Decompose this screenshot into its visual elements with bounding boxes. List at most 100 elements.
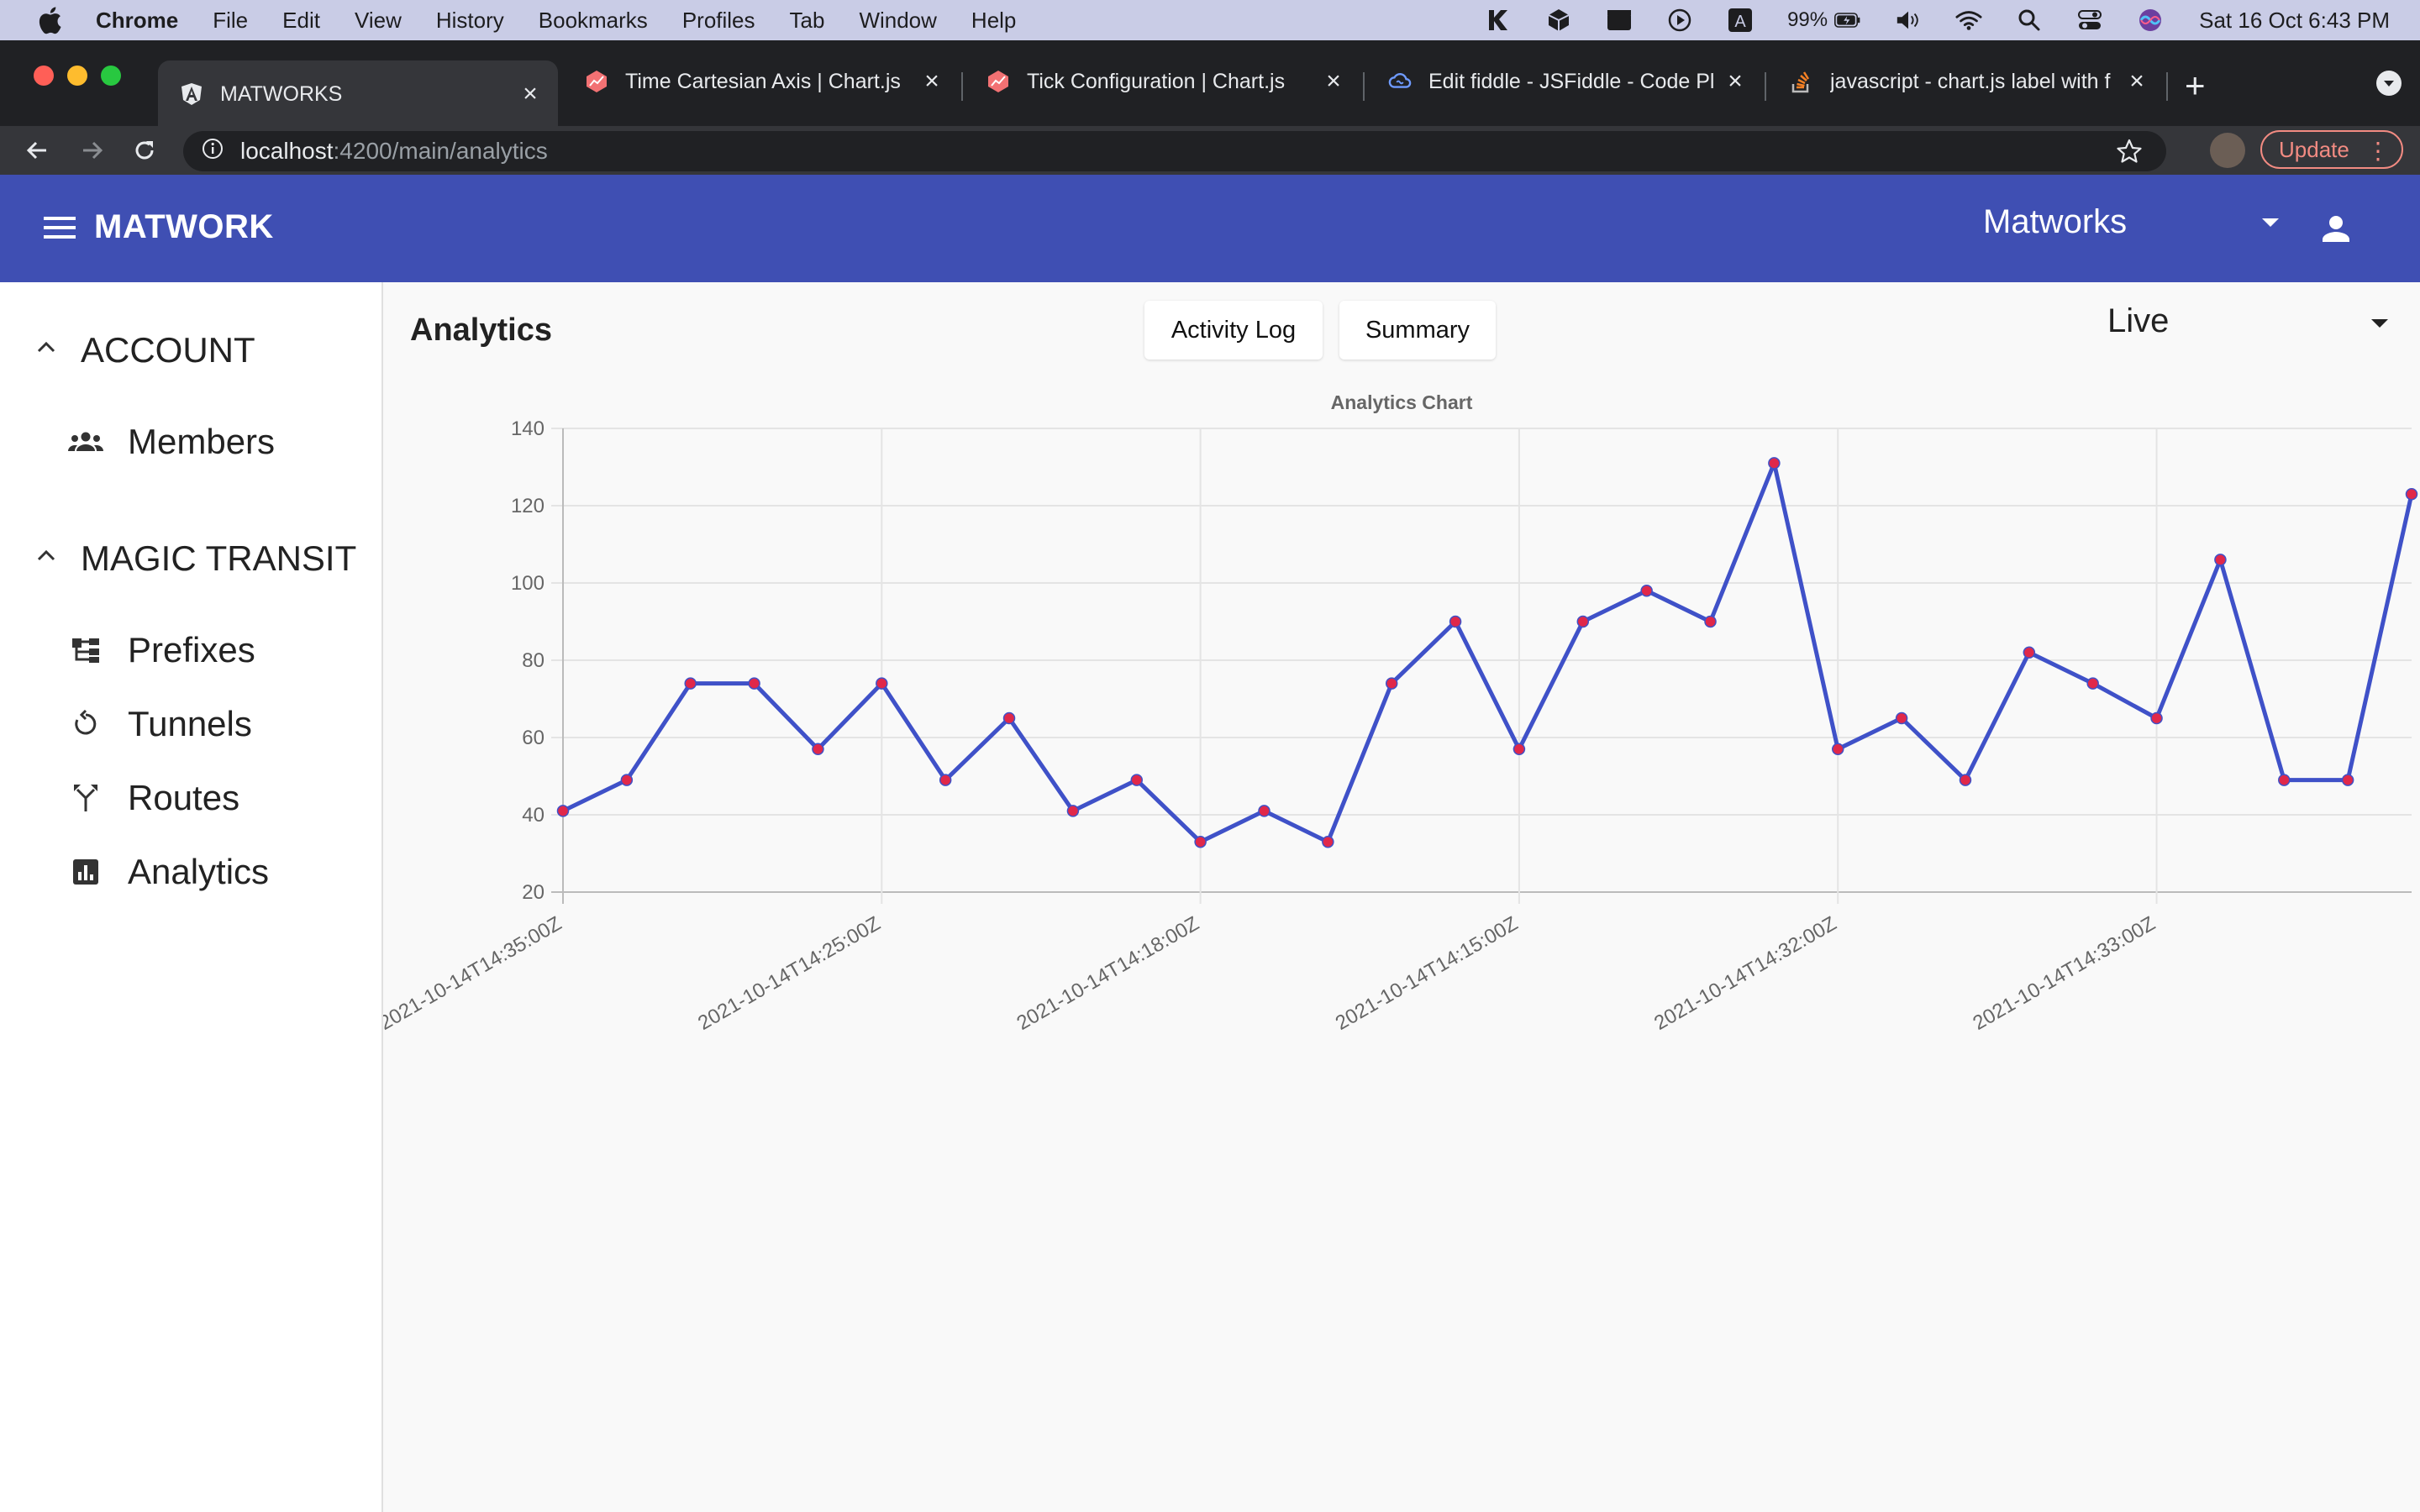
merge-icon xyxy=(67,780,104,816)
app-brand[interactable]: MATWORK xyxy=(94,208,274,246)
address-bar[interactable]: localhost:4200/main/analytics xyxy=(183,131,2166,171)
chart-series xyxy=(561,460,2414,844)
sidebar-item-label: Routes xyxy=(128,778,240,817)
spotlight-search-icon[interactable] xyxy=(2016,7,2043,34)
apple-logo-icon[interactable] xyxy=(37,6,62,34)
clapper-icon[interactable] xyxy=(1606,7,1633,34)
tab-title: javascript - chart.js label with f xyxy=(1830,69,2111,93)
sidebar-section-magic-transit[interactable]: MAGIC TRANSIT xyxy=(0,529,381,588)
browser-toolbar: localhost:4200/main/analytics Update ⋮ xyxy=(0,126,2420,175)
dropdown-caret-icon[interactable] xyxy=(2260,217,2281,228)
app-toolbar: MATWORK Matworks xyxy=(0,175,2420,282)
sidebar-item-routes[interactable]: Routes xyxy=(0,768,381,828)
data-point xyxy=(1895,711,1908,725)
sidebar-item-tunnels[interactable]: Tunnels xyxy=(0,694,381,754)
menu-file[interactable]: File xyxy=(213,8,248,34)
organization-select[interactable]: Matworks xyxy=(1983,203,2127,241)
x-tick-label: 2021-10-14T14:32:00Z xyxy=(1650,912,1840,1035)
battery-percentage: 99% xyxy=(1787,8,1828,31)
dropdown-caret-icon[interactable] xyxy=(2370,318,2390,329)
sidebar-item-prefixes[interactable]: Prefixes xyxy=(0,620,381,680)
data-point xyxy=(2150,711,2163,725)
menu-help[interactable]: Help xyxy=(971,8,1016,34)
new-tab-plus-icon[interactable]: + xyxy=(2185,66,2206,106)
data-point xyxy=(2405,487,2418,501)
browser-tab-jsfiddle[interactable]: Edit fiddle - JSFiddle - Code Pl × xyxy=(1366,55,1763,108)
siri-icon[interactable] xyxy=(2137,7,2164,34)
data-point xyxy=(1640,584,1653,597)
sidebar-item-members[interactable]: Members xyxy=(0,412,381,472)
browser-tab-strip: MATWORKS × Time Cartesian Axis | Chart.j… xyxy=(0,40,2420,128)
menu-window[interactable]: Window xyxy=(859,8,936,34)
stackoverflow-icon xyxy=(1790,70,1813,93)
tab-close-icon[interactable]: × xyxy=(1321,67,1346,96)
sidebar-item-label: Analytics xyxy=(128,852,270,891)
wifi-icon[interactable] xyxy=(1955,7,1982,34)
bookmark-star-icon[interactable] xyxy=(2116,138,2143,171)
data-point xyxy=(876,677,888,690)
input-source-icon[interactable]: A xyxy=(1727,7,1754,34)
reload-icon[interactable] xyxy=(128,134,161,167)
volume-icon[interactable] xyxy=(1895,7,1922,34)
browser-tab-time-cartesian-axis[interactable]: Time Cartesian Axis | Chart.js × xyxy=(563,55,960,108)
minimize-window-button[interactable] xyxy=(67,66,87,86)
klack-icon[interactable] xyxy=(1485,7,1512,34)
hamburger-menu-icon[interactable] xyxy=(44,215,76,240)
time-range-select[interactable]: Live xyxy=(2107,302,2169,340)
extension-cube-icon[interactable] xyxy=(1545,7,1572,34)
x-tick-label: 2021-10-14T14:35:00Z xyxy=(383,912,566,1035)
analytics-chart: Analytics Chart 20 40 60 80 100 120 140 2021-1… xyxy=(376,373,2420,1465)
hierarchy-icon xyxy=(67,632,104,669)
tab-title: Edit fiddle - JSFiddle - Code Pl xyxy=(1428,69,1715,93)
y-tick-label: 80 xyxy=(522,649,544,672)
menubar-clock[interactable]: Sat 16 Oct 6:43 PM xyxy=(2199,8,2390,34)
site-info-icon[interactable] xyxy=(202,138,224,165)
jsfiddle-icon xyxy=(1388,70,1412,93)
menu-app-name[interactable]: Chrome xyxy=(96,8,178,34)
window-controls xyxy=(34,66,134,86)
data-point xyxy=(1576,615,1590,628)
menu-history[interactable]: History xyxy=(436,8,504,34)
data-point xyxy=(1768,457,1781,470)
url-path: :4200/main/analytics xyxy=(333,138,548,164)
control-center-icon[interactable] xyxy=(2076,7,2103,34)
analytics-icon xyxy=(67,853,104,890)
macos-menubar: Chrome File Edit View History Bookmarks … xyxy=(0,0,2420,40)
menu-tab[interactable]: Tab xyxy=(790,8,825,34)
y-tick-label: 100 xyxy=(511,572,544,595)
account-user-icon[interactable] xyxy=(2321,213,2351,244)
menu-view[interactable]: View xyxy=(355,8,402,34)
tab-title: Time Cartesian Axis | Chart.js xyxy=(625,69,901,93)
profile-avatar[interactable] xyxy=(2210,133,2245,168)
browser-tab-tick-configuration[interactable]: Tick Configuration | Chart.js × xyxy=(965,55,1361,108)
back-arrow-icon[interactable] xyxy=(20,134,54,167)
tab-close-icon[interactable]: × xyxy=(1723,67,1748,96)
browser-tab-matworks[interactable]: MATWORKS × xyxy=(158,60,558,128)
sidebar-item-analytics[interactable]: Analytics xyxy=(0,842,381,902)
battery-icon[interactable] xyxy=(1834,7,1861,34)
tab-search-chevron-icon[interactable] xyxy=(2376,71,2402,96)
browser-tab-stackoverflow[interactable]: javascript - chart.js label with f × xyxy=(1768,55,2165,108)
forward-arrow-icon[interactable] xyxy=(76,134,109,167)
menu-bookmarks[interactable]: Bookmarks xyxy=(539,8,648,34)
tab-close-icon[interactable]: × xyxy=(518,80,543,108)
more-vert-icon[interactable]: ⋮ xyxy=(2366,137,2390,165)
y-tick-label: 40 xyxy=(522,804,544,827)
close-window-button[interactable] xyxy=(34,66,54,86)
chrome-update-button[interactable]: Update ⋮ xyxy=(2260,130,2403,169)
tab-close-icon[interactable]: × xyxy=(2124,67,2149,96)
menu-edit[interactable]: Edit xyxy=(282,8,320,34)
play-circle-icon[interactable] xyxy=(1666,7,1693,34)
zoom-window-button[interactable] xyxy=(101,66,121,86)
data-point xyxy=(1831,743,1844,756)
tab-close-icon[interactable]: × xyxy=(919,67,944,96)
sidebar-section-account[interactable]: ACCOUNT xyxy=(0,321,381,380)
tab-title: MATWORKS xyxy=(220,81,343,106)
analytics-line-chart: Analytics Chart 20 40 60 80 100 120 140 2021-1… xyxy=(376,391,2418,1035)
menu-profiles[interactable]: Profiles xyxy=(682,8,755,34)
activity-log-button[interactable]: Activity Log xyxy=(1144,301,1323,360)
summary-button[interactable]: Summary xyxy=(1339,301,1496,360)
chart-x-axis: 2021-10-14T14:35:00Z 2021-10-14T14:25:00Z… xyxy=(376,912,2160,1035)
page-title: Analytics xyxy=(410,312,552,348)
menubar-status-area: A 99% Sat 16 Oct 6:43 PM xyxy=(1451,0,2390,40)
